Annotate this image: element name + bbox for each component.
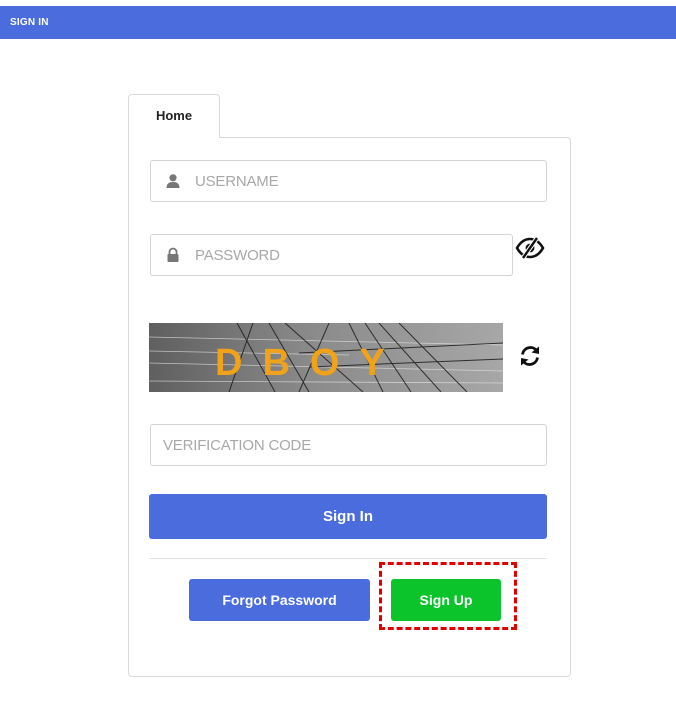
verification-code-placeholder: VERIFICATION CODE	[163, 436, 311, 454]
eye-slash-icon	[515, 236, 545, 264]
toggle-password-visibility[interactable]	[513, 236, 547, 264]
tab-home-label: Home	[155, 108, 193, 123]
verification-code-field[interactable]: VERIFICATION CODE	[150, 424, 547, 466]
sign-in-button[interactable]: Sign In	[149, 494, 547, 539]
header-title: SIGN IN	[10, 17, 49, 28]
username-placeholder: USERNAME	[195, 172, 279, 190]
header-bar: SIGN IN	[0, 6, 676, 39]
refresh-icon	[518, 344, 542, 373]
password-placeholder: PASSWORD	[195, 246, 280, 264]
forgot-password-button[interactable]: Forgot Password	[189, 579, 370, 621]
user-icon	[165, 173, 181, 189]
tab-home[interactable]: Home	[128, 94, 220, 138]
password-field[interactable]: PASSWORD	[150, 234, 513, 276]
username-field[interactable]: USERNAME	[150, 160, 547, 202]
lock-icon	[165, 247, 181, 263]
captcha-image: DBOY	[149, 323, 503, 392]
sign-up-button[interactable]: Sign Up	[391, 579, 501, 621]
divider	[149, 558, 547, 559]
captcha-text: DBOY	[215, 342, 405, 384]
captcha-refresh-button[interactable]	[515, 343, 545, 373]
